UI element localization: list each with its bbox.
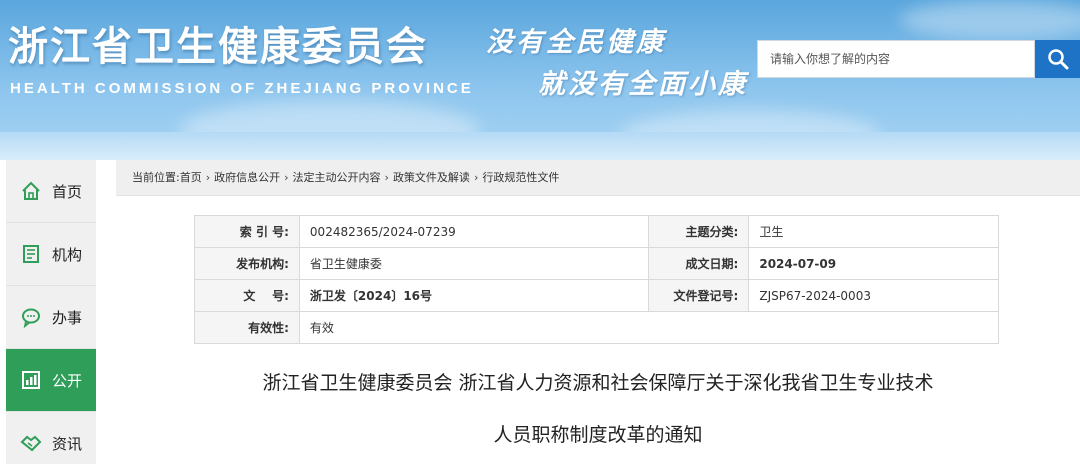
validity-label: 有效性: xyxy=(194,311,300,344)
home-icon xyxy=(20,180,42,202)
table-row: 索 引 号: 002482365/2024-07239 主题分类: 卫生 xyxy=(194,215,999,248)
category-value: 卫生 xyxy=(748,215,999,248)
sidebar-item-label: 办事 xyxy=(52,308,83,327)
issuer-label: 发布机构: xyxy=(194,247,300,280)
breadcrumb: 当前位置:首页 › 政府信息公开 › 法定主动公开内容 › 政策文件及解读 › 行政规范性文件 xyxy=(116,160,1080,196)
search-button[interactable] xyxy=(1035,40,1080,78)
search-input[interactable]: 请输入你想了解的内容 xyxy=(757,40,1035,78)
breadcrumb-item-normative[interactable]: 行政规范性文件 xyxy=(482,171,559,184)
breadcrumb-prefix: 当前位置: xyxy=(132,171,180,184)
breadcrumb-item-gov-info[interactable]: 政府信息公开 xyxy=(214,171,280,184)
table-row: 发布机构: 省卫生健康委 成文日期: 2024-07-09 xyxy=(194,247,999,280)
table-row: 有效性: 有效 xyxy=(194,311,1000,344)
breadcrumb-separator: › xyxy=(384,171,389,184)
header-bottom-strip xyxy=(0,132,1080,160)
sidebar-item-label: 资讯 xyxy=(52,434,83,453)
regno-label: 文件登记号: xyxy=(648,279,750,312)
sidebar-item-organization[interactable]: 机构 xyxy=(6,223,96,286)
issuer-value: 省卫生健康委 xyxy=(298,247,650,280)
document-info-table: 索 引 号: 002482365/2024-07239 主题分类: 卫生 发布机… xyxy=(194,215,1000,344)
sidebar-item-disclosure[interactable]: 公开 xyxy=(6,349,96,412)
sidebar-item-home[interactable]: 首页 xyxy=(6,160,96,223)
regno-value: ZJSP67-2024-0003 xyxy=(748,279,999,312)
breadcrumb-item-home[interactable]: 首页 xyxy=(180,171,202,184)
site-subtitle: HEALTH COMMISSION OF ZHEJIANG PROVINCE xyxy=(10,80,474,97)
date-label: 成文日期: xyxy=(648,247,750,280)
sidebar-item-label: 机构 xyxy=(52,245,83,264)
date-value: 2024-07-09 xyxy=(748,247,999,280)
document-title-line-2: 人员职称制度改革的通知 xyxy=(493,424,703,446)
category-label: 主题分类: xyxy=(648,215,750,248)
sidebar-item-news[interactable]: 资讯 xyxy=(6,412,96,464)
slogan-line-1: 没有全民健康 xyxy=(486,27,666,58)
validity-value: 有效 xyxy=(298,311,1000,344)
index-value: 002482365/2024-07239 xyxy=(298,215,650,248)
slogan-line-2: 就没有全面小康 xyxy=(538,69,748,100)
sidebar-item-label: 首页 xyxy=(52,182,83,201)
handshake-icon xyxy=(20,432,42,454)
chart-icon xyxy=(20,369,42,391)
docno-label: 文 号: xyxy=(194,279,300,312)
breadcrumb-separator: › xyxy=(473,171,479,184)
search-icon xyxy=(1047,49,1068,70)
index-label: 索 引 号: xyxy=(194,215,300,248)
docno-value: 浙卫发〔2024〕16号 xyxy=(298,279,650,312)
sidebar-item-services[interactable]: 办事 xyxy=(6,286,96,349)
breadcrumb-separator: › xyxy=(284,171,289,184)
sidebar-item-label: 公开 xyxy=(52,371,83,390)
site-header: 浙江省卫生健康委员会 HEALTH COMMISSION OF ZHEJIANG… xyxy=(0,0,1080,160)
breadcrumb-separator: › xyxy=(205,171,211,184)
breadcrumb-item-policy[interactable]: 政策文件及解读 xyxy=(393,171,470,184)
chat-icon xyxy=(20,306,42,328)
site-title[interactable]: 浙江省卫生健康委员会 xyxy=(8,14,428,72)
document-title-line-1: 浙江省卫生健康委员会 浙江省人力资源和社会保障厅关于深化我省卫生专业技术 xyxy=(262,372,934,394)
building-icon xyxy=(20,243,42,265)
table-row: 文 号: 浙卫发〔2024〕16号 文件登记号: ZJSP67-2024-000… xyxy=(194,279,999,312)
breadcrumb-item-statutory[interactable]: 法定主动公开内容 xyxy=(293,171,381,184)
sidebar: 首页 机构 办事 公开 资讯 xyxy=(6,160,96,464)
